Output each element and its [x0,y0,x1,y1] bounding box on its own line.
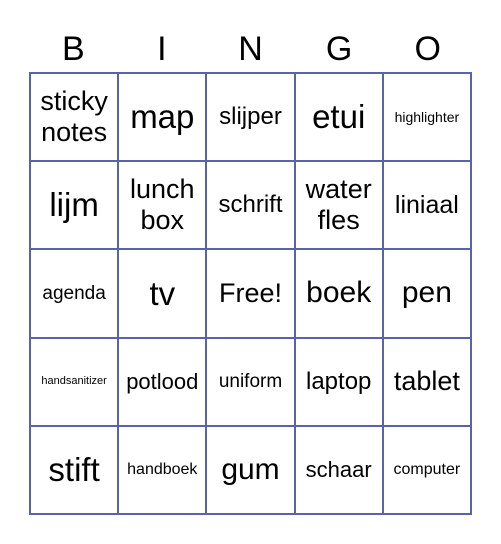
header-letter-o: O [414,30,441,68]
bingo-cell[interactable]: boek [294,249,383,338]
bingo-cell[interactable]: gum [206,425,295,514]
header-letter-g: G [325,30,353,68]
bingo-cell[interactable]: highlighter [382,73,471,162]
header-letter-n: N [238,30,263,68]
bingo-cell[interactable]: tv [118,249,207,338]
bingo-cell[interactable]: tablet [382,337,471,426]
bingo-cell[interactable]: map [118,73,207,162]
bingo-cell[interactable]: liniaal [382,161,471,250]
bingo-card-grid: sticky notes map slijper etui highlighte… [29,72,472,515]
free-space-cell[interactable]: Free! [206,249,295,338]
bingo-cell[interactable]: schrift [206,161,295,250]
header-letter-b: B [61,30,85,68]
bingo-cell[interactable]: agenda [30,249,119,338]
header-letter-i: I [157,30,167,68]
bingo-cell[interactable]: potlood [118,337,207,426]
bingo-cell[interactable]: slijper [206,73,295,162]
bingo-cell[interactable]: handboek [118,425,207,514]
bingo-cell[interactable]: schaar [294,425,383,514]
bingo-cell[interactable]: sticky notes [30,73,119,162]
bingo-cell[interactable]: lijm [30,161,119,250]
bingo-cell[interactable]: lunch box [118,161,207,250]
bingo-header: B I N G O [29,26,472,72]
bingo-cell[interactable]: stift [30,425,119,514]
bingo-cell[interactable]: handsanitizer [30,337,119,426]
bingo-cell[interactable]: uniform [206,337,295,426]
bingo-cell[interactable]: computer [382,425,471,514]
bingo-cell[interactable]: etui [294,73,383,162]
bingo-cell[interactable]: laptop [294,337,383,426]
bingo-cell[interactable]: pen [382,249,471,338]
bingo-cell[interactable]: water fles [294,161,383,250]
